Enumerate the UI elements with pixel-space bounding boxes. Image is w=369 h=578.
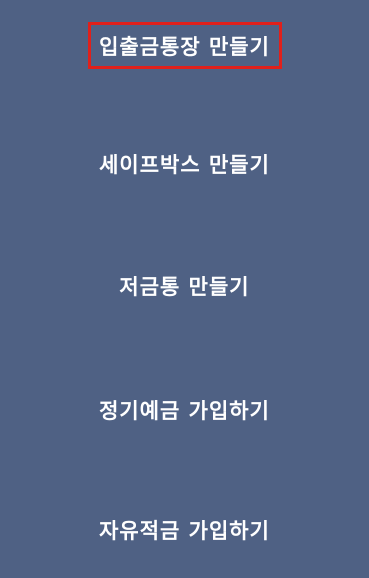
- menu-item-label: 정기예금 가입하기: [99, 399, 270, 423]
- menu-item-join-fixed-deposit[interactable]: 정기예금 가입하기: [0, 382, 369, 438]
- menu-item-open-safebox[interactable]: 세이프박스 만들기: [0, 136, 369, 192]
- menu-item-join-free-savings[interactable]: 자유적금 가입하기: [0, 502, 369, 558]
- menu-item-open-checking-account[interactable]: 입출금통장 만들기: [0, 18, 369, 74]
- menu-item-open-piggy-bank[interactable]: 저금통 만들기: [0, 258, 369, 314]
- menu-item-label: 세이프박스 만들기: [99, 153, 270, 177]
- account-creation-menu: 입출금통장 만들기 세이프박스 만들기 저금통 만들기 정기예금 가입하기 자유…: [0, 0, 369, 578]
- menu-item-label: 입출금통장 만들기: [99, 35, 270, 59]
- menu-item-label: 자유적금 가입하기: [99, 519, 270, 543]
- menu-item-label: 저금통 만들기: [119, 275, 250, 299]
